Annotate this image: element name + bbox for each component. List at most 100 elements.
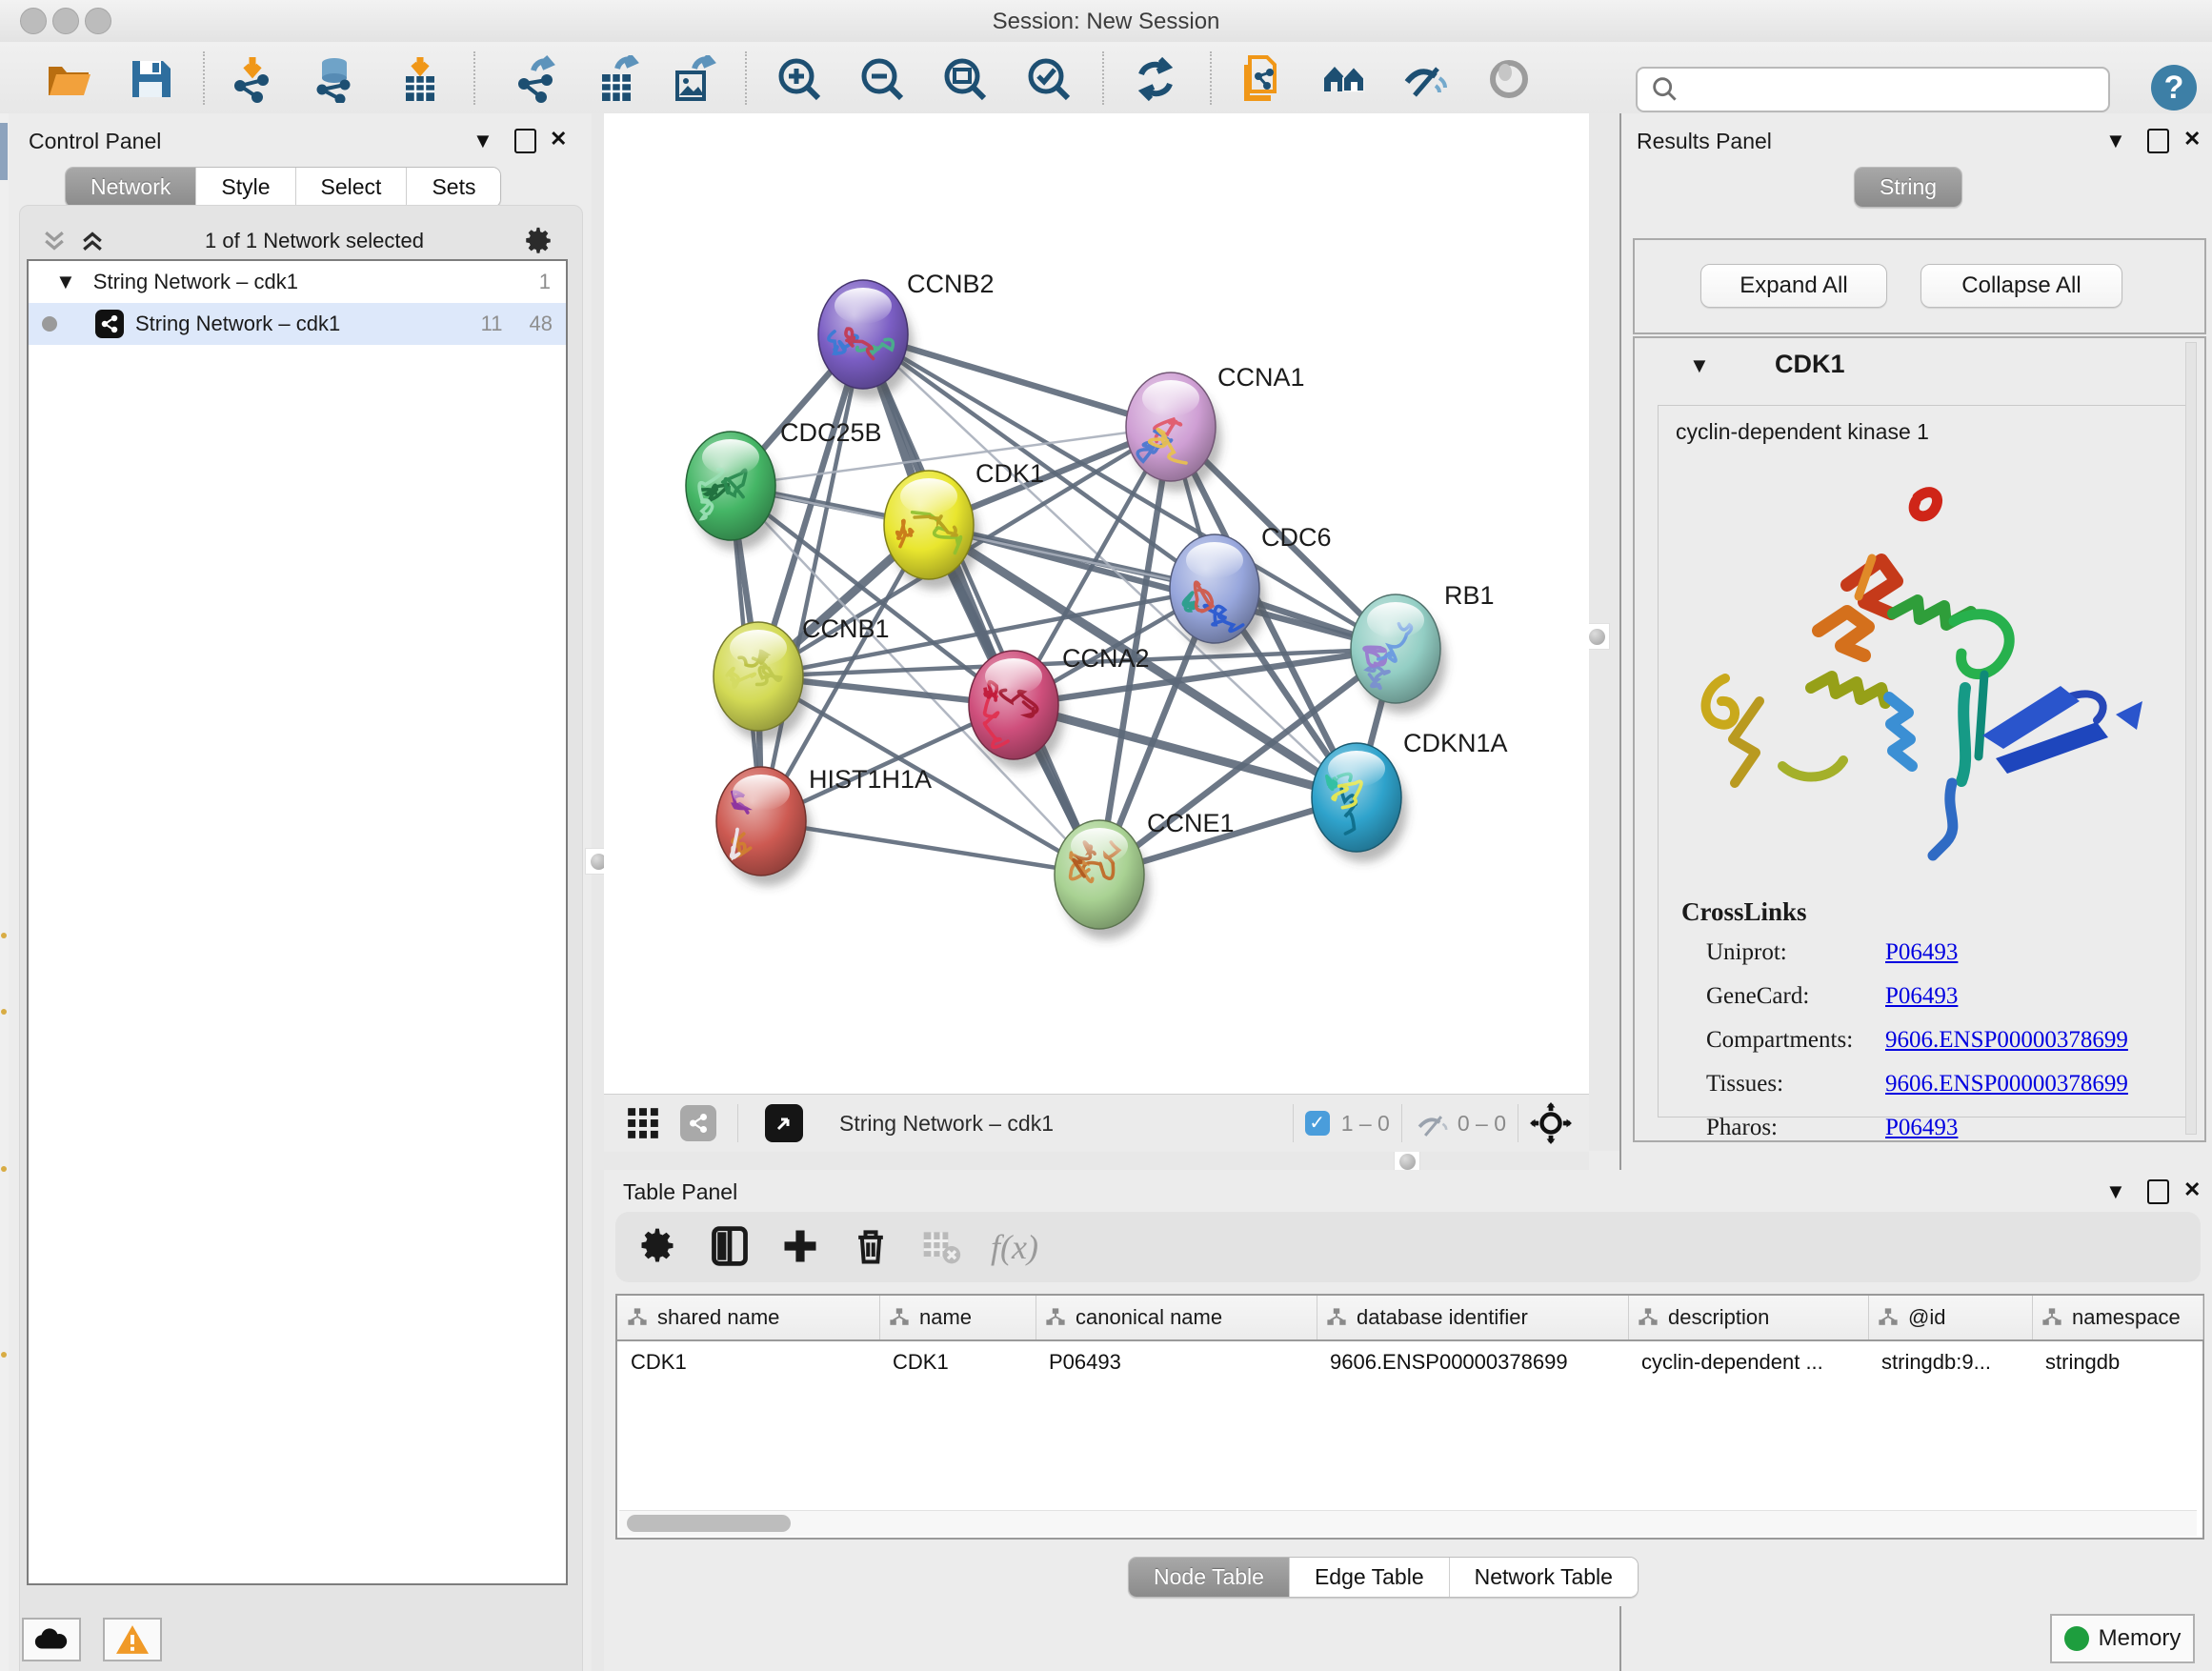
float-results-icon[interactable]: ▼ bbox=[2105, 131, 2126, 151]
column-header-description[interactable]: description bbox=[1628, 1296, 1869, 1339]
open-session-icon[interactable] bbox=[1237, 55, 1284, 103]
column-header-canonical-name[interactable]: canonical name bbox=[1036, 1296, 1317, 1339]
selection-status: 1 of 1 Network selected bbox=[107, 229, 522, 253]
hide-selected-icon[interactable] bbox=[1401, 55, 1449, 103]
tab-edge-table[interactable]: Edge Table bbox=[1290, 1558, 1450, 1597]
caret-down-icon[interactable]: ▼ bbox=[55, 270, 76, 294]
maximize-results-icon[interactable] bbox=[2147, 129, 2169, 153]
crosslink-link[interactable]: 9606.ENSP00000378699 bbox=[1885, 1071, 2128, 1097]
import-network-icon[interactable] bbox=[229, 55, 276, 103]
search-input[interactable] bbox=[1681, 76, 2108, 103]
hidden-eye-icon[interactable] bbox=[1414, 1105, 1450, 1141]
delete-column-icon[interactable] bbox=[850, 1225, 894, 1269]
close-panel-icon[interactable]: ✕ bbox=[550, 129, 567, 150]
scrollbar-thumb[interactable] bbox=[627, 1515, 791, 1532]
crosslink-link[interactable]: P06493 bbox=[1885, 983, 1958, 1009]
tab-style[interactable]: Style bbox=[196, 168, 295, 207]
delete-table-icon[interactable] bbox=[920, 1225, 964, 1269]
node-CDC25B[interactable] bbox=[686, 432, 781, 551]
table-cell[interactable]: P06493 bbox=[1049, 1343, 1311, 1381]
import-table-icon[interactable] bbox=[396, 55, 444, 103]
cloud-status-button[interactable] bbox=[22, 1618, 81, 1661]
node-CCNB2[interactable] bbox=[818, 280, 914, 399]
crosshair-icon[interactable] bbox=[1530, 1102, 1572, 1144]
table-cell[interactable]: CDK1 bbox=[631, 1343, 874, 1381]
table-cell[interactable]: CDK1 bbox=[893, 1343, 1030, 1381]
column-header-database-identifier[interactable]: database identifier bbox=[1317, 1296, 1629, 1339]
close-results-icon[interactable]: ✕ bbox=[2183, 129, 2201, 150]
save-icon[interactable] bbox=[127, 55, 174, 103]
zoom-in-icon[interactable] bbox=[775, 55, 823, 103]
memory-button[interactable]: Memory bbox=[2050, 1614, 2195, 1663]
export-table-icon[interactable] bbox=[594, 55, 642, 103]
function-builder-icon[interactable]: f(x) bbox=[991, 1225, 1076, 1269]
table-cell[interactable]: stringdb:9... bbox=[1881, 1343, 2026, 1381]
maximize-panel-icon[interactable] bbox=[514, 129, 536, 153]
collapse-all-button[interactable]: Collapse All bbox=[1920, 264, 2122, 308]
add-column-icon[interactable] bbox=[779, 1225, 823, 1269]
node-HIST1H1A[interactable] bbox=[716, 767, 812, 886]
crosslink-link[interactable]: P06493 bbox=[1885, 1115, 1958, 1140]
edge-count: 48 bbox=[530, 312, 553, 336]
help-icon[interactable]: ? bbox=[2151, 65, 2197, 111]
crosslink-link[interactable]: 9606.ENSP00000378699 bbox=[1885, 1027, 2128, 1053]
network-canvas[interactable]: CCNB2CCNA1CDC25BCDK1CDC6RB1CCNB1CCNA2CDK… bbox=[604, 113, 1589, 1094]
export-image-icon[interactable] bbox=[670, 55, 717, 103]
node-table: shared namenamecanonical namedatabase id… bbox=[615, 1294, 2204, 1540]
refresh-icon[interactable] bbox=[1132, 55, 1179, 103]
left-splitter[interactable] bbox=[592, 113, 604, 1671]
table-horizontal-scrollbar[interactable] bbox=[619, 1510, 2197, 1536]
tab-network-table[interactable]: Network Table bbox=[1450, 1558, 1638, 1597]
tab-network[interactable]: Network bbox=[66, 168, 196, 207]
float-panel-icon[interactable]: ▼ bbox=[473, 131, 493, 151]
close-table-icon[interactable]: ✕ bbox=[2183, 1179, 2201, 1200]
first-neighbors-icon[interactable] bbox=[1320, 55, 1368, 103]
collapse-gene-icon[interactable]: ▼ bbox=[1689, 353, 1710, 378]
crosslink-label: GeneCard: bbox=[1706, 983, 1885, 1010]
node-CCNA1[interactable] bbox=[1126, 372, 1221, 492]
zoom-selected-icon[interactable] bbox=[1025, 55, 1073, 103]
network-overview-icon[interactable] bbox=[680, 1105, 716, 1141]
export-network-icon[interactable] bbox=[513, 55, 560, 103]
collapse-all-icon[interactable] bbox=[40, 227, 69, 255]
warning-status-button[interactable] bbox=[103, 1618, 162, 1661]
zoom-out-icon[interactable] bbox=[858, 55, 906, 103]
column-header--id[interactable]: @id bbox=[1868, 1296, 2033, 1339]
node-RB1[interactable] bbox=[1351, 594, 1446, 714]
tab-sets[interactable]: Sets bbox=[407, 168, 500, 207]
grid-view-icon[interactable] bbox=[625, 1105, 661, 1141]
table-gear-icon[interactable] bbox=[636, 1225, 680, 1269]
zoom-fit-icon[interactable] bbox=[941, 55, 989, 103]
network-row[interactable]: String Network – cdk1 11 48 bbox=[29, 303, 566, 345]
column-header-shared-name[interactable]: shared name bbox=[617, 1296, 880, 1339]
table-cell[interactable]: cyclin-dependent ... bbox=[1641, 1343, 1862, 1381]
expand-all-icon[interactable] bbox=[78, 227, 107, 255]
tab-node-table[interactable]: Node Table bbox=[1129, 1558, 1290, 1597]
results-scrollbar[interactable] bbox=[2185, 342, 2197, 1135]
node-CDKN1A[interactable] bbox=[1312, 743, 1407, 862]
crosslink-link[interactable]: P06493 bbox=[1885, 939, 1958, 965]
gear-icon[interactable] bbox=[522, 225, 554, 257]
selected-checkbox-icon[interactable]: ✓ bbox=[1305, 1111, 1330, 1136]
node-CDK1[interactable] bbox=[884, 471, 979, 590]
maximize-table-icon[interactable] bbox=[2147, 1179, 2169, 1204]
import-database-icon[interactable] bbox=[311, 55, 358, 103]
open-folder-icon[interactable] bbox=[45, 55, 92, 103]
edge-HIST1H1A-CCNE1[interactable] bbox=[761, 821, 1099, 875]
show-columns-icon[interactable] bbox=[709, 1225, 753, 1269]
float-table-icon[interactable]: ▼ bbox=[2105, 1181, 2126, 1202]
node-CCNE1[interactable] bbox=[1055, 820, 1150, 939]
show-all-icon[interactable] bbox=[1485, 55, 1533, 103]
tab-string[interactable]: String bbox=[1855, 168, 1961, 207]
column-header-namespace[interactable]: namespace bbox=[2032, 1296, 2203, 1339]
column-type-icon bbox=[2041, 1307, 2062, 1328]
search-box[interactable] bbox=[1636, 67, 2110, 112]
horizontal-splitter[interactable] bbox=[604, 1151, 1589, 1170]
column-header-name[interactable]: name bbox=[879, 1296, 1036, 1339]
expand-all-button[interactable]: Expand All bbox=[1700, 264, 1887, 308]
tab-select[interactable]: Select bbox=[296, 168, 408, 207]
network-collection-row[interactable]: ▼ String Network – cdk1 1 bbox=[29, 261, 566, 303]
table-cell[interactable]: 9606.ENSP00000378699 bbox=[1330, 1343, 1622, 1381]
table-cell[interactable]: stringdb bbox=[2045, 1343, 2197, 1381]
birds-eye-icon[interactable] bbox=[765, 1104, 803, 1142]
